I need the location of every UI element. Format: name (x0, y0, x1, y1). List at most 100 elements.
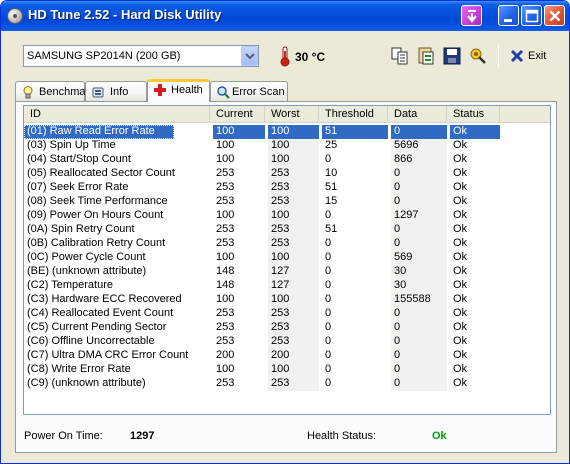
copy-icon[interactable] (390, 46, 410, 66)
table-row[interactable]: (C7) Ultra DMA CRC Error Count 200 200 0 0 Ok (24, 349, 550, 363)
table-row[interactable]: (C5) Current Pending Sector 253 253 0 0 Ok (24, 321, 550, 335)
cell-worst: 253 (268, 335, 319, 349)
maximize-button[interactable] (521, 5, 542, 26)
table-row[interactable]: (0B) Calibration Retry Count 253 253 0 0 Ok (24, 237, 550, 251)
cell-id: (C4) Reallocated Event Count (27, 307, 174, 319)
temperature-readout: 30 °C (295, 50, 326, 64)
column-header-status[interactable]: Status (447, 106, 500, 123)
cell-status: Ok (453, 237, 468, 249)
table-row[interactable]: (04) Start/Stop Count 100 100 0 866 Ok (24, 153, 550, 167)
cell-current: 100 (216, 363, 235, 375)
cell-threshold: 0 (325, 237, 332, 249)
table-row[interactable]: (03) Spin Up Time 100 100 25 5696 Ok (24, 139, 550, 153)
table-row[interactable]: (C6) Offline Uncorrectable 253 253 0 0 Ok (24, 335, 550, 349)
cell-id: (C7) Ultra DMA CRC Error Count (27, 349, 189, 361)
cell-current: 253 (216, 321, 235, 333)
table-row[interactable]: (C8) Write Error Rate 100 100 0 0 Ok (24, 363, 550, 377)
title-bar[interactable]: HD Tune 2.52 - Hard Disk Utility (1, 1, 569, 31)
table-row[interactable]: (0A) Spin Retry Count 253 253 51 0 Ok (24, 223, 550, 237)
cell-threshold: 0 (325, 307, 332, 319)
cell-threshold: 51 (325, 223, 338, 235)
cell-data: 0 (391, 125, 447, 139)
cell-id: (C3) Hardware ECC Recovered (27, 293, 182, 305)
tab-error-scan-label: Error Scan (232, 86, 285, 98)
cell-threshold: 0 (325, 153, 332, 165)
cell-data: 0 (391, 181, 447, 195)
column-header-worst[interactable]: Worst (265, 106, 319, 123)
close-button[interactable] (544, 5, 565, 26)
cell-data: 1297 (391, 209, 447, 223)
cell-status: Ok (453, 265, 468, 277)
cell-worst: 127 (268, 265, 319, 279)
cell-worst: 100 (268, 363, 319, 377)
app-window: HD Tune 2.52 - Hard Disk Utility SAMSUNG… (0, 0, 570, 464)
smart-attribute-table[interactable]: ID Current Worst Threshold Data Status (… (23, 105, 551, 415)
cell-current: 148 (216, 265, 235, 277)
cell-threshold: 0 (325, 251, 332, 263)
cell-data: 155588 (391, 293, 447, 307)
cell-worst: 253 (268, 237, 319, 251)
drive-dropdown-value: SAMSUNG SP2014N (200 GB) (27, 50, 181, 62)
cell-threshold: 0 (325, 321, 332, 333)
table-body: (01) Raw Read Error Rate 100 100 51 0 Ok (03) … (24, 125, 550, 391)
thermometer-icon (280, 46, 290, 67)
cell-worst: 100 (268, 251, 319, 265)
cell-data: 0 (391, 223, 447, 237)
cell-worst: 253 (268, 181, 319, 195)
info-icon (92, 87, 104, 98)
cell-worst: 253 (268, 195, 319, 209)
cell-id: (0A) Spin Retry Count (27, 223, 135, 235)
tab-error-scan[interactable]: Error Scan (210, 81, 288, 101)
cell-current: 100 (216, 139, 235, 151)
column-header-current[interactable]: Current (210, 106, 265, 123)
cell-threshold: 25 (325, 139, 338, 151)
cell-data: 0 (391, 195, 447, 209)
table-row[interactable]: (C9) (unknown attribute) 253 253 0 0 Ok (24, 377, 550, 391)
cell-threshold: 0 (325, 265, 332, 277)
table-row[interactable]: (0C) Power Cycle Count 100 100 0 569 Ok (24, 251, 550, 265)
table-row[interactable]: (C2) Temperature 148 127 0 30 Ok (24, 279, 550, 293)
exit-button[interactable]: Exit (505, 46, 549, 66)
table-row[interactable]: (07) Seek Error Rate 253 253 51 0 Ok (24, 181, 550, 195)
drive-dropdown[interactable]: SAMSUNG SP2014N (200 GB) (23, 45, 259, 67)
cell-data: 0 (391, 363, 447, 377)
tab-info[interactable]: Info (85, 81, 147, 101)
column-header-threshold[interactable]: Threshold (319, 106, 388, 123)
table-row[interactable]: (01) Raw Read Error Rate 100 100 51 0 Ok (24, 125, 550, 139)
table-row[interactable]: (08) Seek Time Performance 253 253 15 0 Ok (24, 195, 550, 209)
cell-status: Ok (453, 251, 468, 263)
cell-status: Ok (453, 335, 468, 347)
options-icon[interactable] (468, 46, 488, 66)
table-row[interactable]: (C4) Reallocated Event Count 253 253 0 0 Ok (24, 307, 550, 321)
window-title: HD Tune 2.52 - Hard Disk Utility (28, 7, 222, 22)
cell-data: 0 (391, 349, 447, 363)
cell-status: Ok (453, 153, 468, 165)
copy-text-icon[interactable] (416, 46, 436, 66)
download-button[interactable] (461, 5, 482, 26)
cell-worst: 253 (268, 321, 319, 335)
drive-dropdown-arrow[interactable] (241, 46, 258, 66)
cell-status: Ok (453, 307, 468, 319)
table-row[interactable]: (BE) (unknown attribute) 148 127 0 30 Ok (24, 265, 550, 279)
cell-current: 100 (216, 209, 235, 221)
cell-threshold: 0 (325, 363, 332, 375)
cell-id: (BE) (unknown attribute) (27, 265, 147, 277)
cell-threshold: 0 (325, 349, 332, 361)
save-icon[interactable] (442, 46, 462, 66)
table-row[interactable]: (09) Power On Hours Count 100 100 0 1297 Ok (24, 209, 550, 223)
exit-label: Exit (528, 50, 547, 62)
cell-id: (04) Start/Stop Count (27, 153, 131, 165)
cell-data: 0 (391, 167, 447, 181)
table-row[interactable]: (05) Reallocated Sector Count 253 253 10 0 Ok (24, 167, 550, 181)
cell-data: 0 (391, 335, 447, 349)
exit-x-icon (510, 49, 524, 63)
table-row[interactable]: (C3) Hardware ECC Recovered 100 100 0 155588… (24, 293, 550, 307)
tab-health[interactable]: Health (147, 79, 210, 102)
cell-worst: 200 (268, 349, 319, 363)
cell-current: 253 (216, 167, 235, 179)
cell-current: 253 (216, 335, 235, 347)
column-header-id[interactable]: ID (24, 106, 210, 123)
tab-benchmark[interactable]: Benchmark (15, 81, 95, 101)
column-header-data[interactable]: Data (388, 106, 447, 123)
minimize-button[interactable] (498, 5, 519, 26)
